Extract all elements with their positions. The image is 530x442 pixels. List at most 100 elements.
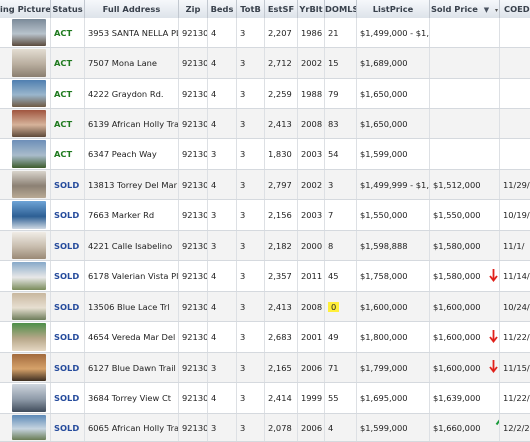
listing-photo-cell[interactable] xyxy=(0,231,51,260)
cell-address[interactable]: 6065 African Holly Trail xyxy=(85,414,179,441)
cell-zip: 92130 xyxy=(179,109,208,138)
doms-value: 15 xyxy=(328,58,339,68)
col-header-soldprice[interactable]: Sold Price ▼ ▾ xyxy=(430,0,500,18)
col-header-status[interactable]: Status xyxy=(51,0,85,18)
table-row[interactable]: SOLD 4221 Calle Isabelino 92130 3 3 2,182 2000… xyxy=(0,231,530,261)
listing-photo[interactable] xyxy=(12,201,46,229)
table-row[interactable]: ACT 6347 Peach Way 92130 3 3 1,830 2003 54 $1,59… xyxy=(0,139,530,170)
col-header-beds[interactable]: Beds xyxy=(208,0,237,18)
cell-address[interactable]: 3953 SANTA NELLA PL xyxy=(85,18,179,47)
cell-beds: 3 xyxy=(208,139,237,169)
listing-photo-cell[interactable] xyxy=(0,414,51,441)
listing-photo[interactable] xyxy=(12,80,46,107)
table-row[interactable]: SOLD 7663 Marker Rd 92130 3 3 2,156 2003 7 $1,55… xyxy=(0,200,530,231)
listing-photo-cell[interactable] xyxy=(0,170,51,199)
col-header-zip[interactable]: Zip xyxy=(179,0,208,18)
estsf-value: 2,165 xyxy=(268,362,292,373)
col-header-yrblt[interactable]: YrBlt xyxy=(298,0,325,18)
listing-photo[interactable] xyxy=(12,140,46,168)
listing-photo[interactable] xyxy=(12,384,46,412)
address-value: 3953 SANTA NELLA PL xyxy=(88,27,179,38)
listing-photo[interactable] xyxy=(12,415,46,440)
listing-photo[interactable] xyxy=(12,110,46,137)
listing-photo-cell[interactable] xyxy=(0,18,51,47)
cell-address[interactable]: 3684 Torrey View Ct xyxy=(85,383,179,413)
cell-address[interactable]: 6347 Peach Way xyxy=(85,139,179,169)
table-row[interactable]: SOLD 13506 Blue Lace Trl 92130 4 3 2,413 2008 0… xyxy=(0,292,530,322)
listing-photo-cell[interactable] xyxy=(0,139,51,169)
cell-address[interactable]: 6178 Valerian Vista Place xyxy=(85,261,179,291)
cell-zip: 92130 xyxy=(179,48,208,78)
cell-zip: 92130 xyxy=(179,139,208,169)
col-header-estsf[interactable]: EstSF xyxy=(265,0,298,18)
listing-photo[interactable] xyxy=(12,293,46,320)
table-row[interactable]: ACT 4222 Graydon Rd. 92130 4 3 2,259 1988 79 $1,… xyxy=(0,79,530,109)
cell-soldprice xyxy=(430,18,500,47)
cell-estsf: 1,830 xyxy=(265,139,298,169)
cell-soldprice xyxy=(430,79,500,108)
column-menu-icon[interactable]: ▾ xyxy=(495,7,498,14)
listing-photo-cell[interactable] xyxy=(0,200,51,230)
table-row[interactable]: SOLD 13813 Torrey Del Mar Drive 921304 3 2,7… xyxy=(0,170,530,200)
col-header-doms[interactable]: DOMLS xyxy=(325,0,357,18)
cell-address[interactable]: 4654 Vereda Mar Del Sol xyxy=(85,322,179,352)
table-row[interactable]: SOLD 4654 Vereda Mar Del Sol 921304 3 2,683 2… xyxy=(0,322,530,353)
cell-address[interactable]: 4221 Calle Isabelino xyxy=(85,231,179,260)
listing-photo[interactable] xyxy=(12,262,46,290)
listing-photo-cell[interactable] xyxy=(0,48,51,78)
cell-soldprice: $1,550,000 xyxy=(430,200,500,230)
cell-status: ACT xyxy=(51,139,85,169)
table-row[interactable]: ACT 3953 SANTA NELLA PL 92130 4 3 2,207 1986 21… xyxy=(0,18,530,48)
cell-coe: 12/2/20 xyxy=(500,414,530,441)
col-header-address[interactable]: Full Address xyxy=(85,0,179,18)
listing-photo-cell[interactable] xyxy=(0,79,51,108)
col-header-baths[interactable]: TotB xyxy=(237,0,265,18)
status-value: SOLD xyxy=(54,301,80,312)
status-value: SOLD xyxy=(54,393,80,403)
listing-photo[interactable] xyxy=(12,171,46,198)
listing-photo[interactable] xyxy=(12,323,46,351)
yrblt-value: 2002 xyxy=(301,58,323,68)
listing-photo-cell[interactable] xyxy=(0,353,51,382)
col-header-coe[interactable]: COED xyxy=(500,0,530,18)
listing-photo-cell[interactable] xyxy=(0,292,51,321)
col-header-listprice[interactable]: ListPrice xyxy=(357,0,430,18)
listing-photo[interactable] xyxy=(12,19,46,46)
listing-photo-cell[interactable] xyxy=(0,261,51,291)
col-header-pictures[interactable]: ing Pictures xyxy=(0,0,51,18)
table-row[interactable]: SOLD 6065 African Holly Trail 92130 3 3 2,078… xyxy=(0,414,530,442)
address-value: 4654 Vereda Mar Del Sol xyxy=(88,332,178,342)
cell-address[interactable]: 13506 Blue Lace Trl xyxy=(85,292,179,321)
listing-photo[interactable] xyxy=(12,232,46,259)
sort-desc-icon[interactable]: ▼ xyxy=(484,6,489,14)
cell-coe xyxy=(500,139,530,169)
cell-address[interactable]: 6127 Blue Dawn Trail xyxy=(85,353,179,382)
status-value: SOLD xyxy=(54,271,80,281)
listing-photo-cell[interactable] xyxy=(0,109,51,138)
cell-coe xyxy=(500,18,530,47)
table-row[interactable]: SOLD 6178 Valerian Vista Place921304 3 2,35… xyxy=(0,261,530,292)
listing-photo[interactable] xyxy=(12,354,46,381)
listing-photo-cell[interactable] xyxy=(0,322,51,352)
cell-address[interactable]: 13813 Torrey Del Mar Drive xyxy=(85,170,179,199)
cell-listprice: $1,499,000 - $1,549 xyxy=(357,18,430,47)
doms-value: 49 xyxy=(328,332,339,342)
listing-photo-cell[interactable] xyxy=(0,383,51,413)
cell-address[interactable]: 6139 African Holly Trail xyxy=(85,109,179,138)
table-row[interactable]: ACT 6139 African Holly Trail 92130 4 3 2,413 2… xyxy=(0,109,530,139)
doms-value: 71 xyxy=(328,362,339,373)
table-row[interactable]: ACT 7507 Mona Lane 92130 4 3 2,712 2002 15 $1,68… xyxy=(0,48,530,79)
estsf-value: 2,207 xyxy=(268,27,292,38)
cell-address[interactable]: 4222 Graydon Rd. xyxy=(85,79,179,108)
listing-photo[interactable] xyxy=(12,49,46,77)
cell-coe: 11/22/ xyxy=(500,383,530,413)
cell-estsf: 2,413 xyxy=(265,109,298,138)
table-row[interactable]: SOLD 3684 Torrey View Ct 92130 4 3 2,414 1999 5… xyxy=(0,383,530,414)
cell-yrblt: 2008 xyxy=(298,109,325,138)
baths-value: 3 xyxy=(240,301,246,312)
cell-address[interactable]: 7663 Marker Rd xyxy=(85,200,179,230)
listprice-value: $1,800,000 xyxy=(360,332,408,342)
table-row[interactable]: SOLD 6127 Blue Dawn Trail 92130 3 3 2,165 2006… xyxy=(0,353,530,383)
cell-address[interactable]: 7507 Mona Lane xyxy=(85,48,179,78)
soldprice-value: $1,580,000 xyxy=(433,271,481,281)
